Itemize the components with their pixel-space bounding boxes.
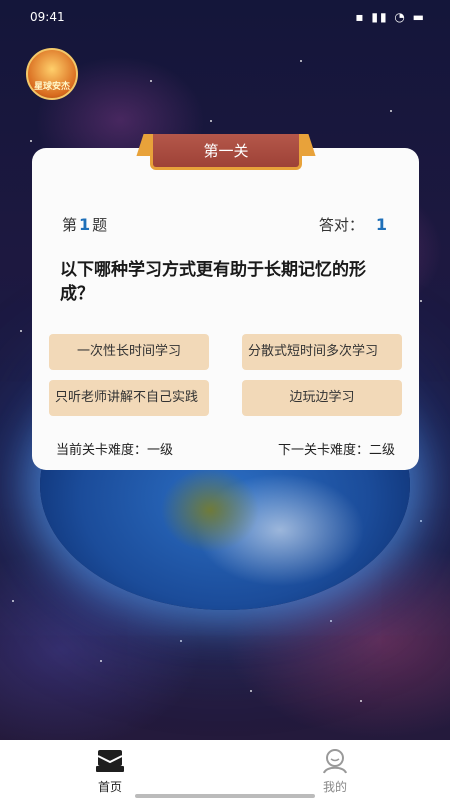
question-prefix: 第 <box>62 216 78 234</box>
tab-mine-label: 我的 <box>322 780 347 794</box>
user-icon <box>323 749 347 774</box>
tab-mine[interactable]: 我的 <box>295 748 375 795</box>
logo-text: 星球安杰 <box>33 82 70 92</box>
status-icons: ▪ ▮▮ ◔ ▬ <box>355 10 426 24</box>
app-logo: 星球安杰 <box>26 48 78 100</box>
status-time: 09:41 <box>30 10 65 24</box>
option-button-4[interactable]: 边玩边学习 <box>242 380 402 416</box>
option-button-1[interactable]: 一次性长时间学习 <box>49 334 209 370</box>
home-indicator <box>135 794 315 798</box>
question-suffix: 题 <box>92 216 108 234</box>
current-level-difficulty: 当前关卡难度：一级 <box>56 443 174 458</box>
correct-label: 答对： <box>318 216 364 234</box>
home-icon <box>96 750 124 772</box>
status-bar: 09:41 ▪ ▮▮ ◔ ▬ <box>0 0 450 36</box>
next-level-difficulty: 下一关卡难度：二级 <box>277 443 395 458</box>
bottom-tab-bar: 首页 我的 <box>0 740 450 800</box>
tab-home[interactable]: 首页 <box>70 748 150 795</box>
correct-count: 答对： 1 <box>319 214 387 235</box>
question-number: 第1题 <box>62 214 107 235</box>
option-button-3[interactable]: 只听老师讲解不自己实践 <box>49 380 209 416</box>
question-number-value: 1 <box>79 215 91 234</box>
question-text: 以下哪种学习方式更有助于长期记忆的形成？ <box>60 260 366 304</box>
level-banner: 第一关 <box>136 134 316 174</box>
banner-title: 第一关 <box>150 134 302 170</box>
quiz-card: 第一关 第1题 答对： 1 以下哪种学习方式更有助于长期记忆的形成？ 一次性长时间… <box>32 134 419 470</box>
tab-home-label: 首页 <box>97 780 122 794</box>
option-button-2[interactable]: 分散式短时间多次学习 <box>242 334 402 370</box>
correct-count-value: 1 <box>375 215 387 234</box>
